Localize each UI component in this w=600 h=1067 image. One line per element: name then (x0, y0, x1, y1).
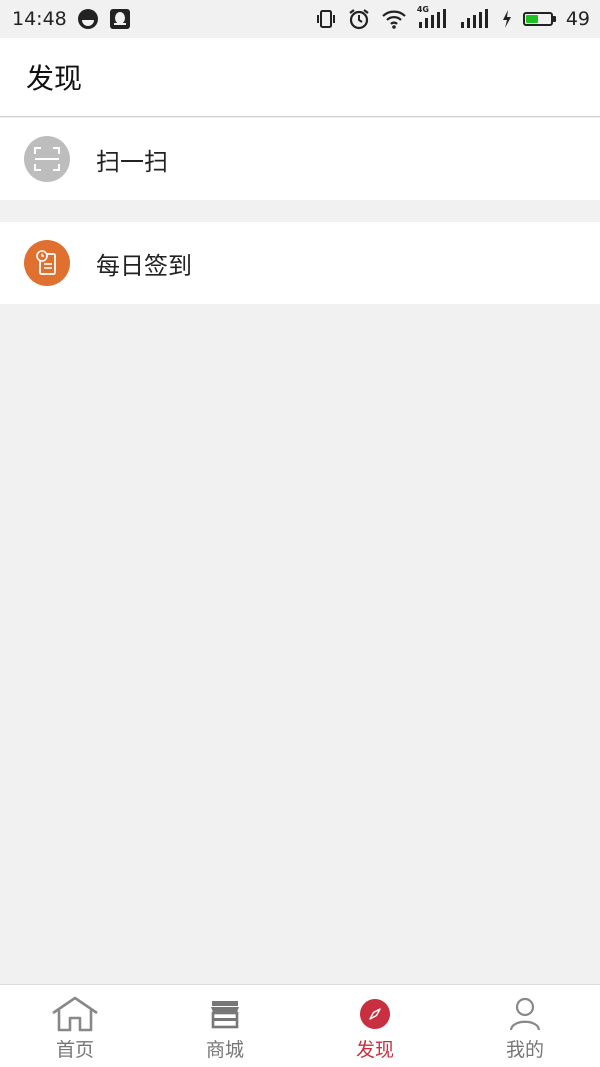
wifi-icon (381, 8, 407, 30)
page-title: 发现 (26, 62, 83, 95)
header: 发现 (0, 38, 600, 117)
status-bar-right: 4G 49 (315, 5, 590, 31)
battery-fill (525, 15, 538, 23)
network-type-label: 4G (416, 5, 429, 14)
alarm-icon (347, 7, 371, 31)
tab-store[interactable]: 商城 (150, 985, 300, 1067)
signal-icon (459, 8, 491, 30)
tab-mine[interactable]: 我的 (450, 985, 600, 1067)
person-icon (509, 995, 541, 1033)
qq-notification-icon (109, 8, 131, 30)
list-item-daily-checkin[interactable]: 每日签到 (0, 222, 600, 304)
tab-label: 商城 (205, 1039, 244, 1061)
vibrate-icon (315, 8, 337, 30)
tab-label: 我的 (505, 1039, 544, 1061)
scan-icon (24, 136, 70, 182)
status-time: 14:48 (12, 8, 67, 30)
compass-icon (359, 995, 391, 1033)
status-bar-left: 14:48 (12, 8, 131, 30)
signal-4g-icon: 4G (416, 5, 449, 30)
list-item-label: 每日签到 (96, 251, 192, 280)
browser-notification-icon (77, 8, 99, 30)
checkin-icon (24, 240, 70, 286)
tab-label: 首页 (55, 1039, 94, 1061)
home-icon (50, 995, 100, 1033)
bottom-tab-bar: 首页 商城 发现 我的 (0, 984, 600, 1067)
battery-icon (522, 12, 556, 26)
charging-icon (501, 9, 513, 29)
tab-label: 发现 (355, 1039, 394, 1061)
battery-level: 49 (565, 8, 590, 30)
status-bar: 14:48 4G 49 (0, 0, 600, 38)
tab-discover[interactable]: 发现 (300, 985, 450, 1067)
tab-home[interactable]: 首页 (0, 985, 150, 1067)
store-icon (209, 995, 241, 1033)
list-item-label: 扫一扫 (96, 147, 168, 176)
list-item-scan[interactable]: 扫一扫 (0, 118, 600, 200)
